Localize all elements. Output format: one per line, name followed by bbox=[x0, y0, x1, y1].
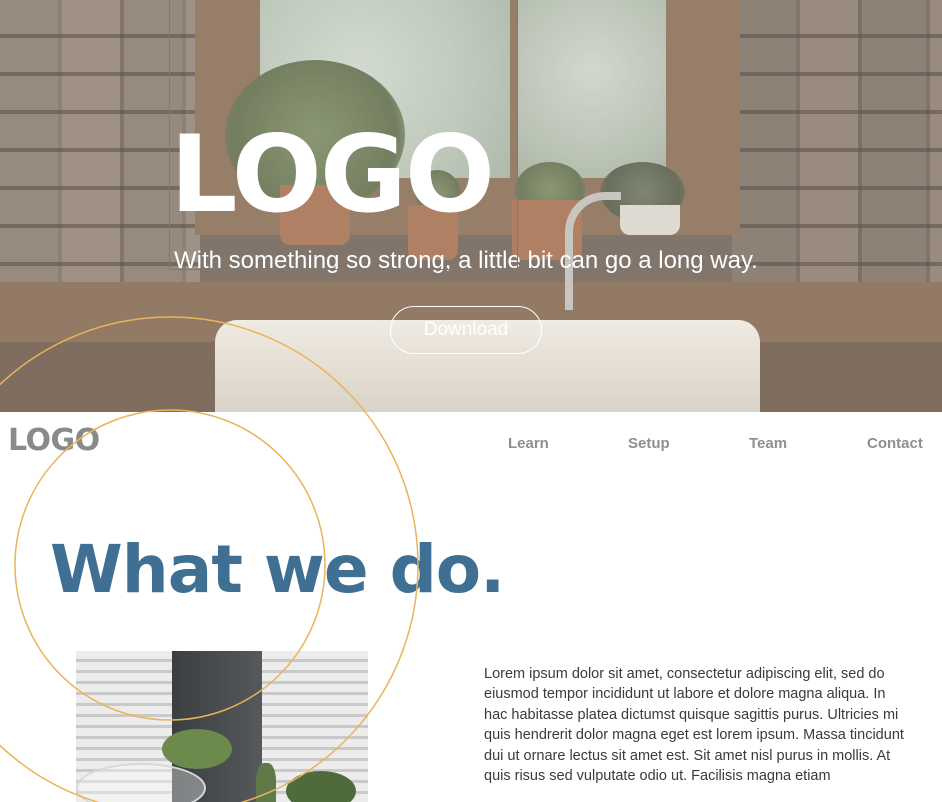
nav-link-learn[interactable]: Learn bbox=[508, 435, 549, 452]
selection-outline bbox=[169, 0, 518, 270]
nav-logo[interactable]: LOGO bbox=[8, 426, 100, 456]
photo-cactus bbox=[256, 763, 276, 802]
nav-link-contact[interactable]: Contact bbox=[867, 435, 923, 452]
nav-link-team[interactable]: Team bbox=[749, 435, 787, 452]
section-body-text: Lorem ipsum dolor sit amet, consectetur … bbox=[484, 666, 904, 785]
photo-succulent bbox=[286, 771, 356, 802]
section-heading: What we do. bbox=[50, 531, 505, 608]
nav-link-setup[interactable]: Setup bbox=[628, 435, 670, 452]
hero-banner: LOGO With something so strong, a little … bbox=[0, 0, 942, 412]
section-photo bbox=[76, 651, 368, 802]
download-button[interactable]: Download bbox=[390, 306, 542, 354]
photo-plant bbox=[162, 729, 232, 769]
